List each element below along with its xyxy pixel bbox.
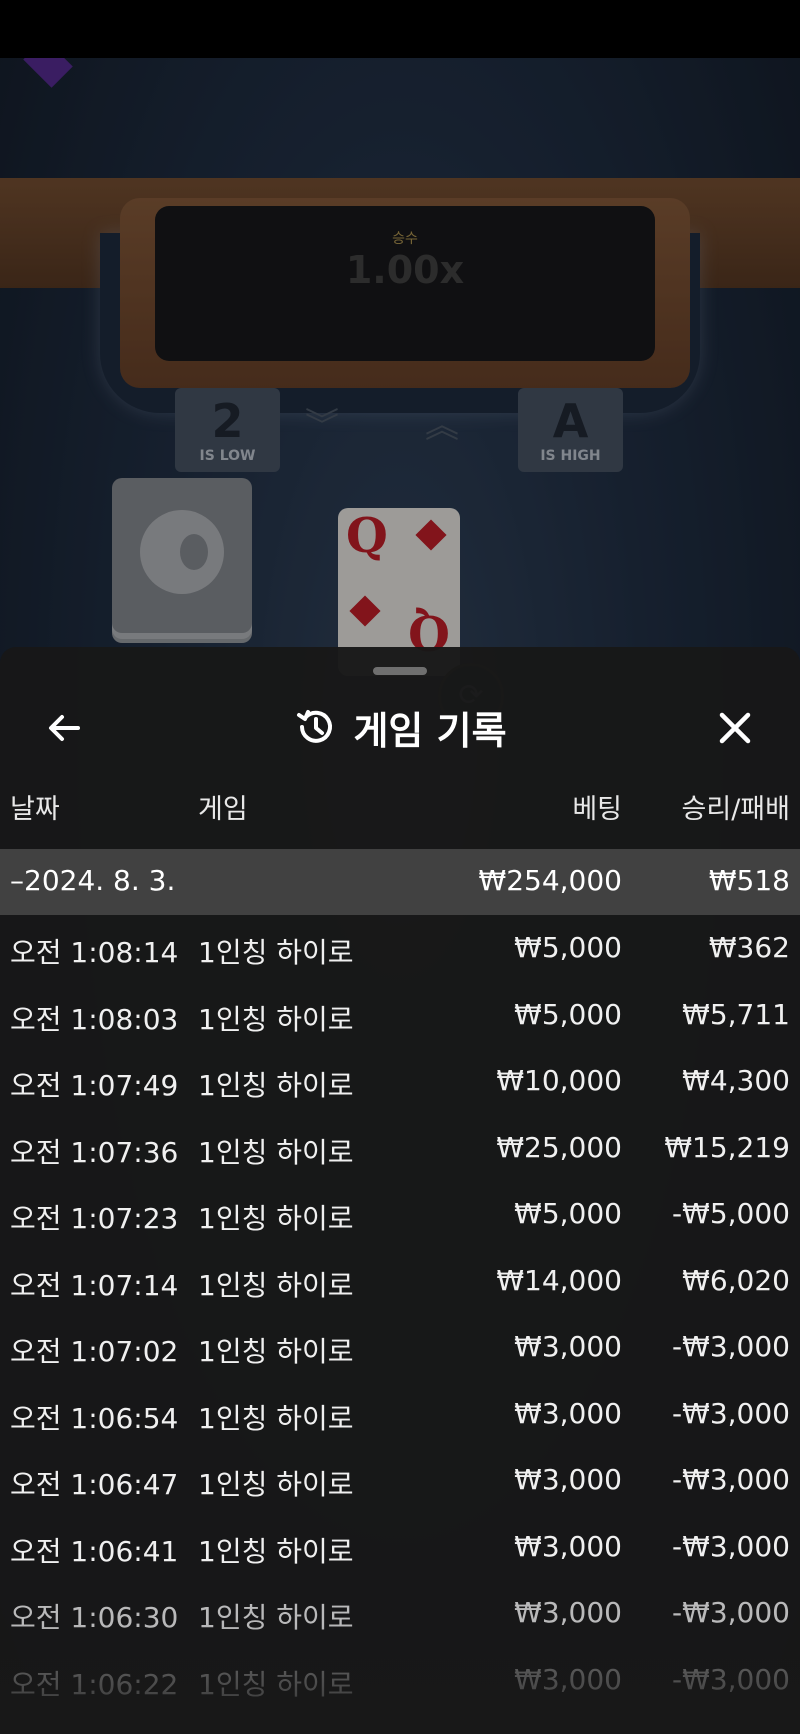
row-game: 1인칭 하이로 <box>198 1601 354 1634</box>
row-win-loss: -₩3,000 <box>672 1396 790 1430</box>
date-group-summary[interactable]: –2024. 8. 3. ₩254,000 ₩518 <box>0 849 800 915</box>
row-win-loss: -₩3,000 <box>672 1463 790 1496</box>
panel-title: 게임 기록 <box>353 708 507 753</box>
row-time: 오전 1:06:47 <box>10 1468 179 1501</box>
table-row[interactable]: 오전 1:07:02 1인칭 하이로 ₩3,000 -₩3,000 <box>0 1314 800 1381</box>
header-date[interactable]: 날짜 <box>10 787 60 826</box>
table-row[interactable]: 오전 1:06:22 1인칭 하이로 ₩3,000 -₩3,000 <box>0 1647 800 1714</box>
table-header: 날짜 게임 베팅 승리/패배 <box>0 787 800 833</box>
row-bet: ₩5,000 <box>514 1197 622 1230</box>
row-game: 1인칭 하이로 <box>198 1534 354 1568</box>
row-game: 1인칭 하이로 <box>198 1069 354 1102</box>
row-game: 1인칭 하이로 <box>198 1401 354 1435</box>
table-row[interactable]: 오전 1:07:36 1인칭 하이로 ₩25,000 ₩15,219 <box>0 1115 800 1182</box>
header-game[interactable]: 게임 <box>198 787 248 826</box>
summary-win-loss: ₩518 <box>708 864 790 897</box>
row-win-loss: ₩6,020 <box>682 1263 790 1297</box>
row-bet: ₩3,000 <box>514 1662 622 1696</box>
row-win-loss: -₩3,000 <box>672 1662 790 1696</box>
row-game: 1인칭 하이로 <box>198 1468 354 1501</box>
row-bet: ₩5,000 <box>514 997 622 1031</box>
row-bet: ₩10,000 <box>496 1064 622 1097</box>
table-row[interactable]: 오전 1:08:14 1인칭 하이로 ₩5,000 ₩362 <box>0 915 800 982</box>
row-time: 오전 1:07:49 <box>10 1069 179 1102</box>
header-win-loss[interactable]: 승리/패배 <box>682 787 790 826</box>
row-game: 1인칭 하이로 <box>198 1335 354 1368</box>
row-time: 오전 1:07:14 <box>10 1268 179 1302</box>
header-bet[interactable]: 베팅 <box>572 787 622 826</box>
table-row[interactable]: 오전 1:06:41 1인칭 하이로 ₩3,000 -₩3,000 <box>0 1514 800 1581</box>
row-time: 오전 1:06:41 <box>10 1534 179 1568</box>
table-row[interactable]: 오전 1:06:54 1인칭 하이로 ₩3,000 -₩3,000 <box>0 1381 800 1448</box>
row-time: 오전 1:07:36 <box>10 1135 179 1169</box>
row-time: 오전 1:07:23 <box>10 1202 179 1235</box>
row-time: 오전 1:08:14 <box>10 936 179 969</box>
row-bet: ₩25,000 <box>496 1130 622 1164</box>
panel-title-wrap: 게임 기록 <box>0 697 800 757</box>
table-row[interactable]: 오전 1:06:47 1인칭 하이로 ₩3,000 -₩3,000 <box>0 1447 800 1514</box>
summary-date: –2024. 8. 3. <box>10 864 176 897</box>
history-icon <box>297 710 333 743</box>
table-row[interactable]: 오전 1:07:49 1인칭 하이로 ₩10,000 ₩4,300 <box>0 1048 800 1115</box>
game-history-panel: 게임 기록 날짜 게임 베팅 승리/패배 –2024. 8. 3. ₩254,0… <box>0 647 800 1734</box>
close-icon <box>719 712 751 744</box>
row-game: 1인칭 하이로 <box>198 936 354 969</box>
row-bet: ₩3,000 <box>514 1596 622 1629</box>
row-time: 오전 1:06:22 <box>10 1667 179 1701</box>
row-win-loss: ₩15,219 <box>664 1130 790 1164</box>
row-bet: ₩5,000 <box>514 931 622 964</box>
summary-bet: ₩254,000 <box>478 864 622 897</box>
row-time: 오전 1:06:30 <box>10 1601 179 1634</box>
row-game: 1인칭 하이로 <box>198 1667 354 1701</box>
row-win-loss: -₩3,000 <box>672 1596 790 1629</box>
table-row[interactable]: 오전 1:07:14 1인칭 하이로 ₩14,000 ₩6,020 <box>0 1248 800 1315</box>
table-row[interactable]: 오전 1:08:03 1인칭 하이로 ₩5,000 ₩5,711 <box>0 982 800 1049</box>
row-win-loss: -₩5,000 <box>672 1197 790 1230</box>
close-button[interactable] <box>710 703 760 753</box>
row-time: 오전 1:08:03 <box>10 1002 179 1036</box>
row-time: 오전 1:06:54 <box>10 1401 179 1435</box>
row-time: 오전 1:07:02 <box>10 1335 179 1368</box>
row-bet: ₩3,000 <box>514 1463 622 1496</box>
row-win-loss: ₩4,300 <box>682 1064 790 1097</box>
drag-handle[interactable] <box>373 667 427 675</box>
row-win-loss: ₩5,711 <box>682 997 790 1031</box>
table-row[interactable]: 오전 1:07:23 1인칭 하이로 ₩5,000 -₩5,000 <box>0 1181 800 1248</box>
row-bet: ₩14,000 <box>496 1263 622 1297</box>
panel-header: 게임 기록 <box>0 697 800 757</box>
row-win-loss: -₩3,000 <box>672 1529 790 1563</box>
row-game: 1인칭 하이로 <box>198 1202 354 1235</box>
row-win-loss: -₩3,000 <box>672 1330 790 1363</box>
row-game: 1인칭 하이로 <box>198 1135 354 1169</box>
row-game: 1인칭 하이로 <box>198 1268 354 1302</box>
table-row[interactable]: 오전 1:06:30 1인칭 하이로 ₩3,000 -₩3,000 <box>0 1580 800 1647</box>
row-bet: ₩3,000 <box>514 1330 622 1363</box>
row-bet: ₩3,000 <box>514 1396 622 1430</box>
row-game: 1인칭 하이로 <box>198 1002 354 1036</box>
row-bet: ₩3,000 <box>514 1529 622 1563</box>
row-win-loss: ₩362 <box>708 931 790 964</box>
history-list: 오전 1:08:14 1인칭 하이로 ₩5,000 ₩362 오전 1:08:0… <box>0 915 800 1713</box>
